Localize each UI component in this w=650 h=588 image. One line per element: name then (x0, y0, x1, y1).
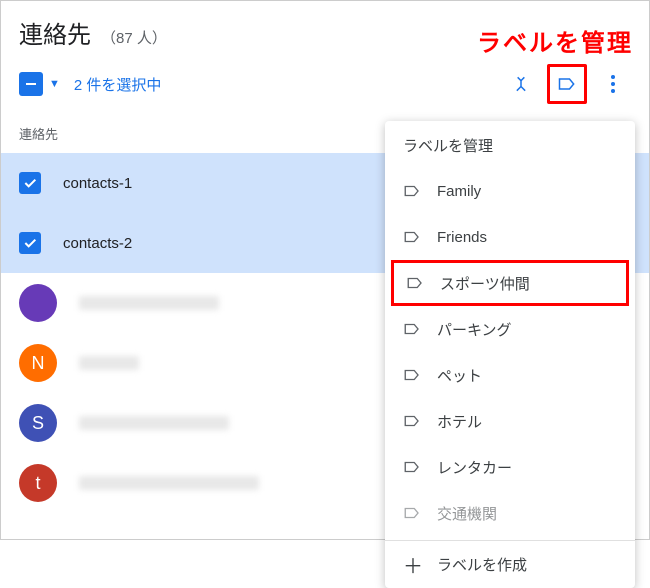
label-item[interactable]: 交通機関 (385, 490, 635, 536)
label-item[interactable]: パーキング (385, 306, 635, 352)
page-title: 連絡先 (19, 15, 91, 50)
select-dropdown-caret[interactable]: ▼ (49, 78, 60, 90)
contact-name: contacts-1 (63, 175, 132, 192)
avatar (19, 284, 57, 322)
label-text: Friends (437, 229, 487, 246)
label-text: スポーツ仲間 (440, 273, 530, 294)
label-item[interactable]: Friends (385, 214, 635, 260)
contact-name-blurred (79, 356, 139, 370)
label-text: レンタカー (437, 457, 512, 478)
avatar: S (19, 404, 57, 442)
manage-labels-button[interactable] (547, 64, 587, 104)
contact-count: （87 人） (101, 27, 167, 48)
label-icon (403, 458, 421, 476)
label-item[interactable]: ホテル (385, 398, 635, 444)
create-label-text: ラベルを作成 (437, 554, 527, 575)
label-item[interactable]: レンタカー (385, 444, 635, 490)
more-menu-button[interactable] (595, 66, 631, 102)
label-text: 交通機関 (437, 503, 497, 524)
label-text: ホテル (437, 411, 482, 432)
merge-icon (511, 74, 531, 94)
label-icon (557, 74, 577, 94)
label-item[interactable]: Family (385, 168, 635, 214)
more-icon (611, 75, 615, 93)
label-item[interactable]: ペット (385, 352, 635, 398)
check-icon (22, 175, 38, 191)
contact-name-blurred (79, 296, 219, 310)
merge-button[interactable] (503, 66, 539, 102)
label-icon (403, 182, 421, 200)
label-text: パーキング (437, 319, 512, 340)
label-icon (403, 320, 421, 338)
label-icon (403, 504, 421, 522)
label-text: ペット (437, 365, 482, 386)
check-icon (22, 235, 38, 251)
plus-icon: ＋ (403, 550, 421, 579)
label-icon (403, 412, 421, 430)
contact-name: contacts-2 (63, 235, 132, 252)
row-checkbox[interactable] (19, 232, 41, 254)
avatar: t (19, 464, 57, 502)
selection-count-text: 2 件を選択中 (74, 74, 162, 95)
label-icon (403, 228, 421, 246)
select-all-checkbox[interactable] (19, 72, 43, 96)
label-item[interactable]: スポーツ仲間 (391, 260, 629, 306)
popover-title: ラベルを管理 (385, 135, 635, 168)
contact-name-blurred (79, 476, 259, 490)
label-icon (406, 274, 424, 292)
label-icon (403, 366, 421, 384)
create-label-button[interactable]: ＋ ラベルを作成 (385, 540, 635, 588)
label-text: Family (437, 183, 481, 200)
avatar: N (19, 344, 57, 382)
selection-toolbar: ▼ 2 件を選択中 (1, 54, 649, 118)
annotation-label: ラベルを管理 (477, 23, 633, 58)
labels-popover: ラベルを管理 Family Friends スポーツ仲間パーキングペットホテルレンタ… (385, 121, 635, 588)
contact-name-blurred (79, 416, 229, 430)
row-checkbox[interactable] (19, 172, 41, 194)
